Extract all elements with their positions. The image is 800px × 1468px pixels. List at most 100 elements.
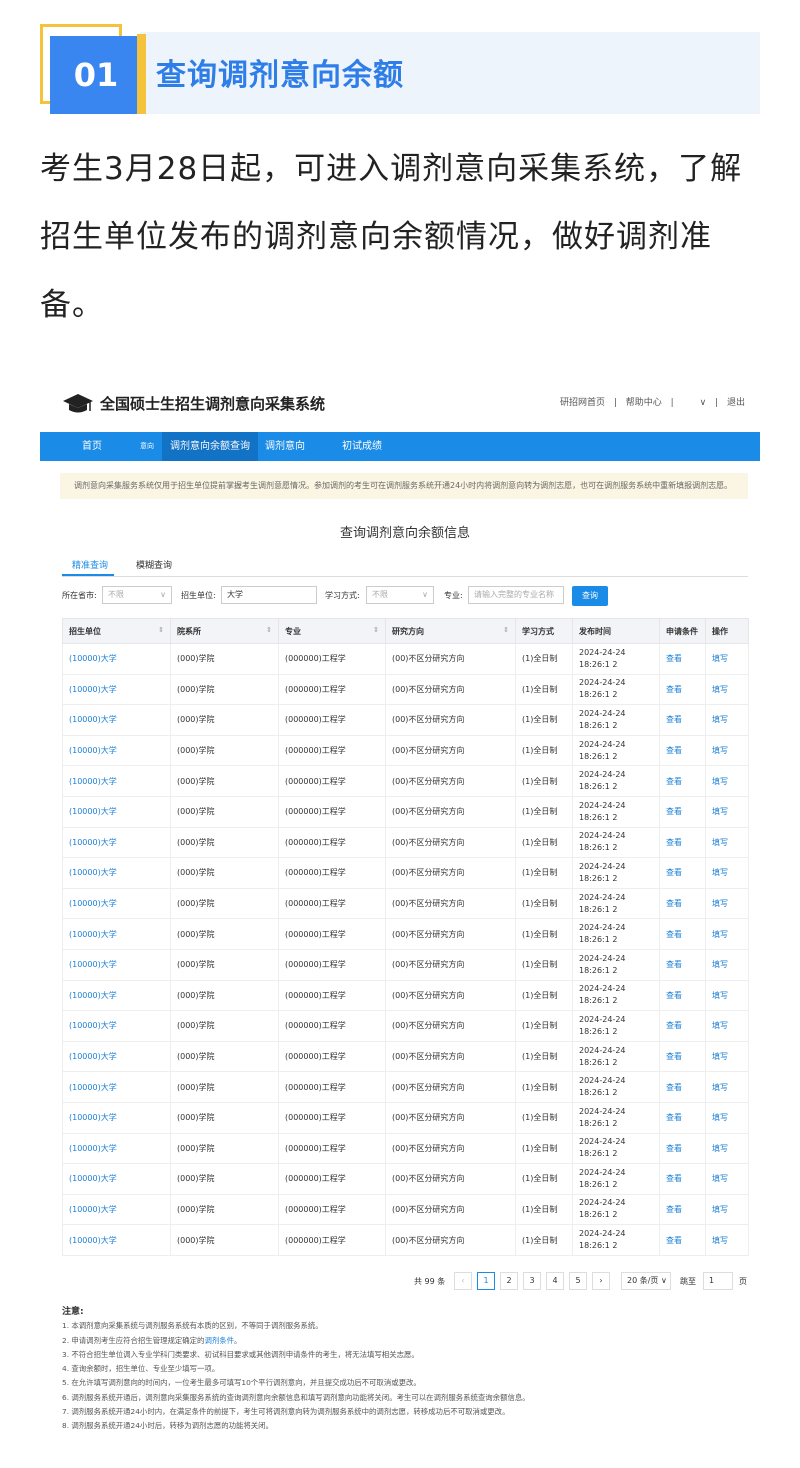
fill-link[interactable]: 填写 <box>705 1163 749 1195</box>
cell-unit[interactable]: (10000)大学 <box>62 704 171 736</box>
results-table: 招生单位 ⇕ 院系所 ⇕ 专业 ⇕ 研究方向 ⇕ 学习方式 发布时间 申请条件 操作 (… <box>62 618 749 1256</box>
nav-home[interactable]: 首页 <box>82 432 102 461</box>
cell-unit[interactable]: (10000)大学 <box>62 1101 171 1134</box>
cell-direction: (00)不区分研究方向 <box>385 673 516 706</box>
next-page-button[interactable]: › <box>592 1272 610 1290</box>
fill-link[interactable]: 填写 <box>705 1071 749 1103</box>
nav-balance-query[interactable]: 调剂意向余额查询 <box>162 432 258 461</box>
view-link[interactable]: 查看 <box>659 948 706 981</box>
sort-icon: ⇕ <box>503 626 509 634</box>
col-dept[interactable]: 院系所 ⇕ <box>170 618 279 644</box>
view-link[interactable]: 查看 <box>659 857 706 889</box>
view-link[interactable]: 查看 <box>659 1193 706 1226</box>
page-button[interactable]: 3 <box>523 1272 541 1290</box>
view-link[interactable]: 查看 <box>659 643 706 675</box>
nav-scores[interactable]: 初试成绩 <box>342 432 382 461</box>
fill-link[interactable]: 填写 <box>705 643 749 675</box>
search-button[interactable]: 查询 <box>572 586 608 606</box>
view-link[interactable]: 查看 <box>659 1040 706 1073</box>
cell-unit[interactable]: (10000)大学 <box>62 826 171 859</box>
major-input[interactable]: 请输入完整的专业名称 <box>468 586 564 604</box>
cell-unit[interactable]: (10000)大学 <box>62 857 171 889</box>
view-link[interactable]: 查看 <box>659 1163 706 1195</box>
cell-unit[interactable]: (10000)大学 <box>62 643 171 675</box>
page-button[interactable]: 2 <box>500 1272 518 1290</box>
fill-link[interactable]: 填写 <box>705 918 749 950</box>
cell-time: 2024-24-24 18:26:1 2 <box>572 1101 660 1134</box>
fill-link[interactable]: 填写 <box>705 979 749 1012</box>
fill-link[interactable]: 填写 <box>705 765 749 797</box>
fill-link[interactable]: 填写 <box>705 704 749 736</box>
fill-link[interactable]: 填写 <box>705 1132 749 1165</box>
cell-unit[interactable]: (10000)大学 <box>62 948 171 981</box>
fill-link[interactable]: 填写 <box>705 948 749 981</box>
prev-page-button[interactable]: ‹ <box>454 1272 472 1290</box>
fill-link[interactable]: 填写 <box>705 857 749 889</box>
logout-link[interactable]: 退出 <box>727 398 745 408</box>
view-link[interactable]: 查看 <box>659 918 706 950</box>
unit-input[interactable]: 大学 <box>221 586 317 604</box>
fill-link[interactable]: 填写 <box>705 826 749 859</box>
fill-link[interactable]: 填写 <box>705 795 749 828</box>
fill-link[interactable]: 填写 <box>705 734 749 767</box>
cell-unit[interactable]: (10000)大学 <box>62 1224 171 1256</box>
cell-unit[interactable]: (10000)大学 <box>62 765 171 797</box>
view-link[interactable]: 查看 <box>659 887 706 920</box>
fill-link[interactable]: 填写 <box>705 1193 749 1226</box>
view-link[interactable]: 查看 <box>659 795 706 828</box>
view-link[interactable]: 查看 <box>659 673 706 706</box>
cell-unit[interactable]: (10000)大学 <box>62 795 171 828</box>
jump-input[interactable]: 1 <box>703 1272 733 1290</box>
view-link[interactable]: 查看 <box>659 1071 706 1103</box>
cell-time: 2024-24-24 18:26:1 2 <box>572 948 660 981</box>
fill-link[interactable]: 填写 <box>705 1010 749 1042</box>
mode-select[interactable]: 不限 ∨ <box>366 586 434 604</box>
cell-unit[interactable]: (10000)大学 <box>62 887 171 920</box>
tab-fuzzy[interactable]: 模糊查询 <box>136 558 172 571</box>
view-link[interactable]: 查看 <box>659 1132 706 1165</box>
view-link[interactable]: 查看 <box>659 1010 706 1042</box>
view-link[interactable]: 查看 <box>659 704 706 736</box>
fill-link[interactable]: 填写 <box>705 673 749 706</box>
fill-link[interactable]: 填写 <box>705 1224 749 1256</box>
home-link[interactable]: 研招网首页 <box>560 398 605 408</box>
view-link[interactable]: 查看 <box>659 979 706 1012</box>
page-size-select[interactable]: 20 条/页 ∨ <box>621 1272 671 1290</box>
view-link[interactable]: 查看 <box>659 826 706 859</box>
view-link[interactable]: 查看 <box>659 765 706 797</box>
help-link[interactable]: 帮助中心 <box>626 398 662 408</box>
fill-link[interactable]: 填写 <box>705 1101 749 1134</box>
note-item: 8. 调剂服务系统开通24小时后，转移为调剂志愿的功能将关闭。 <box>62 1421 273 1431</box>
cell-unit[interactable]: (10000)大学 <box>62 918 171 950</box>
page-button[interactable]: 1 <box>477 1272 495 1290</box>
total-count: 共 99 条 <box>414 1277 446 1286</box>
col-unit[interactable]: 招生单位 ⇕ <box>62 618 171 644</box>
tab-exact[interactable]: 精准查询 <box>72 558 108 571</box>
cell-unit[interactable]: (10000)大学 <box>62 1132 171 1165</box>
cell-time: 2024-24-24 18:26:1 2 <box>572 1010 660 1042</box>
cell-unit[interactable]: (10000)大学 <box>62 1163 171 1195</box>
view-link[interactable]: 查看 <box>659 1224 706 1256</box>
view-link[interactable]: 查看 <box>659 734 706 767</box>
cell-unit[interactable]: (10000)大学 <box>62 979 171 1012</box>
conditions-link[interactable]: 调剂条件 <box>204 1336 234 1345</box>
view-link[interactable]: 查看 <box>659 1101 706 1134</box>
cell-unit[interactable]: (10000)大学 <box>62 673 171 706</box>
col-direction[interactable]: 研究方向 ⇕ <box>385 618 516 644</box>
fill-link[interactable]: 填写 <box>705 887 749 920</box>
province-select[interactable]: 不限 ∨ <box>102 586 172 604</box>
fill-link[interactable]: 填写 <box>705 1040 749 1073</box>
user-dropdown[interactable]: ∨ <box>700 398 707 408</box>
cell-unit[interactable]: (10000)大学 <box>62 1010 171 1042</box>
cell-unit[interactable]: (10000)大学 <box>62 734 171 767</box>
cell-direction: (00)不区分研究方向 <box>385 1010 516 1042</box>
page-button[interactable]: 5 <box>569 1272 587 1290</box>
nav-intent[interactable]: 意向 <box>140 432 154 461</box>
table-row: (10000)大学 (000)学院 (000000)工程学 (00)不区分研究方向 (1… <box>62 918 749 950</box>
col-major[interactable]: 专业 ⇕ <box>278 618 386 644</box>
nav-adjust-intent[interactable]: 调剂意向 <box>265 432 305 461</box>
cell-unit[interactable]: (10000)大学 <box>62 1193 171 1226</box>
page-button[interactable]: 4 <box>546 1272 564 1290</box>
cell-unit[interactable]: (10000)大学 <box>62 1040 171 1073</box>
cell-unit[interactable]: (10000)大学 <box>62 1071 171 1103</box>
